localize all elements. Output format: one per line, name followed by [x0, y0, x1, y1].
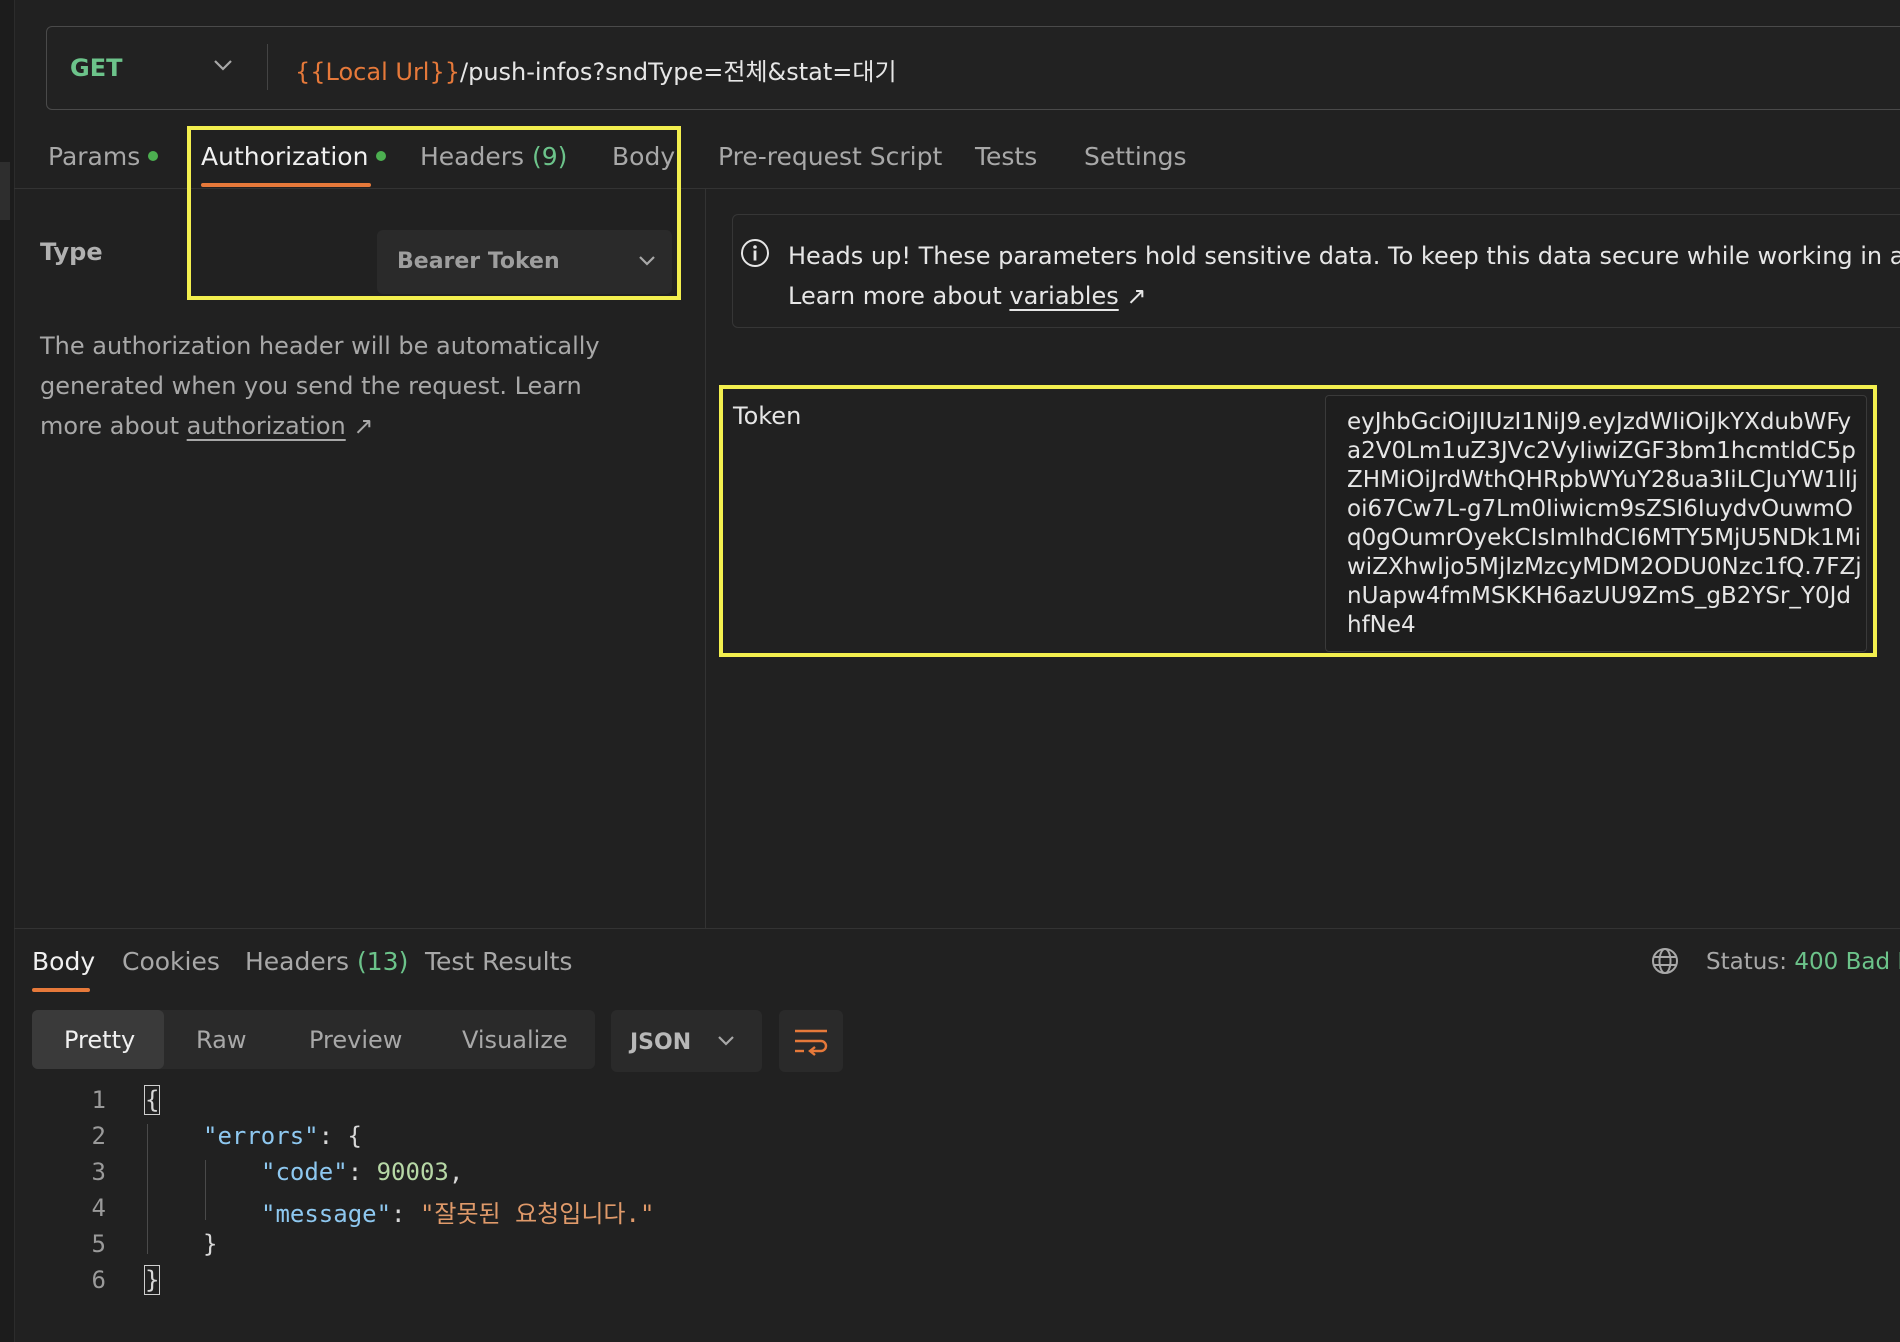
external-link-icon: ↗ [1126, 282, 1147, 310]
line-number: 2 [91, 1122, 106, 1150]
view-visualize-button[interactable]: Visualize [462, 1026, 568, 1054]
gutter-marker [0, 162, 10, 220]
authorization-link[interactable]: authorization [187, 412, 346, 440]
format-value: JSON [630, 1030, 692, 1055]
line-number: 3 [91, 1158, 106, 1186]
errors-key: "errors" [203, 1122, 319, 1150]
indent-guide [205, 1160, 206, 1220]
params-status-dot [148, 151, 159, 161]
status-value: 400 Bad Re [1794, 949, 1900, 975]
line-number: 6 [91, 1266, 106, 1294]
response-divider[interactable] [14, 928, 1900, 929]
view-preview-button[interactable]: Preview [309, 1026, 402, 1054]
code-value: 90003 [376, 1158, 449, 1186]
response-tab-headers[interactable]: Headers (13) [245, 947, 408, 976]
url-variable: {{Local Url}} [295, 58, 461, 86]
notice-learn-more: Learn more about [788, 282, 1010, 310]
url-divider [267, 44, 268, 90]
tab-tests[interactable]: Tests [975, 142, 1037, 171]
close-brace: } [143, 1265, 161, 1295]
response-active-tab-indicator [32, 988, 90, 992]
tab-settings[interactable]: Settings [1084, 142, 1187, 171]
line-number: 4 [91, 1194, 106, 1222]
url-path: /push-infos?sndType=전체&stat=대기 [460, 58, 897, 86]
response-headers-count: (13) [357, 947, 409, 976]
highlight-box-token [719, 385, 1877, 657]
notice-line-1: Heads up! These parameters hold sensitiv… [788, 242, 1900, 270]
chevron-down-icon [718, 1036, 734, 1046]
open-brace: { [143, 1085, 161, 1115]
variables-link[interactable]: variables [1009, 282, 1118, 310]
view-raw-button[interactable]: Raw [196, 1026, 246, 1054]
globe-icon[interactable] [1650, 946, 1680, 976]
url-input[interactable]: {{Local Url}}/push-infos?sndType=전체&stat… [295, 52, 897, 87]
inner-close-brace: } [203, 1230, 218, 1258]
code-key: "code" [261, 1158, 348, 1186]
tab-prerequest-script[interactable]: Pre-request Script [718, 142, 942, 171]
notice-line-2: Learn more about variables ↗ [788, 276, 1900, 316]
wrap-lines-icon [795, 1029, 828, 1056]
indent-guide [147, 1124, 148, 1254]
auth-description: The authorization header will be automat… [40, 326, 640, 446]
response-tab-test-results[interactable]: Test Results [425, 947, 572, 976]
message-value: "잘못된 요청입니다." [419, 1200, 655, 1228]
line-number: 5 [91, 1230, 106, 1258]
pane-divider[interactable] [705, 188, 706, 928]
response-tab-body[interactable]: Body [32, 947, 95, 976]
tab-params-label: Params [48, 142, 141, 171]
response-tab-headers-label: Headers [245, 947, 350, 976]
chevron-down-icon[interactable] [212, 58, 234, 72]
line-number: 1 [91, 1086, 106, 1114]
message-key: "message" [261, 1200, 392, 1228]
info-icon [741, 239, 769, 267]
notice-text: Heads up! These parameters hold sensitiv… [788, 236, 1900, 316]
highlight-box-auth-type [187, 126, 681, 300]
tab-params[interactable]: Params [48, 142, 159, 171]
external-link-icon: ↗ [353, 412, 374, 440]
status-label: Status: [1706, 949, 1788, 975]
response-tab-cookies[interactable]: Cookies [122, 947, 220, 976]
http-method-select[interactable]: GET [70, 54, 122, 82]
view-pretty-button[interactable]: Pretty [64, 1026, 135, 1054]
response-status: Status: 400 Bad Re [1706, 949, 1900, 975]
auth-type-label: Type [40, 238, 103, 266]
